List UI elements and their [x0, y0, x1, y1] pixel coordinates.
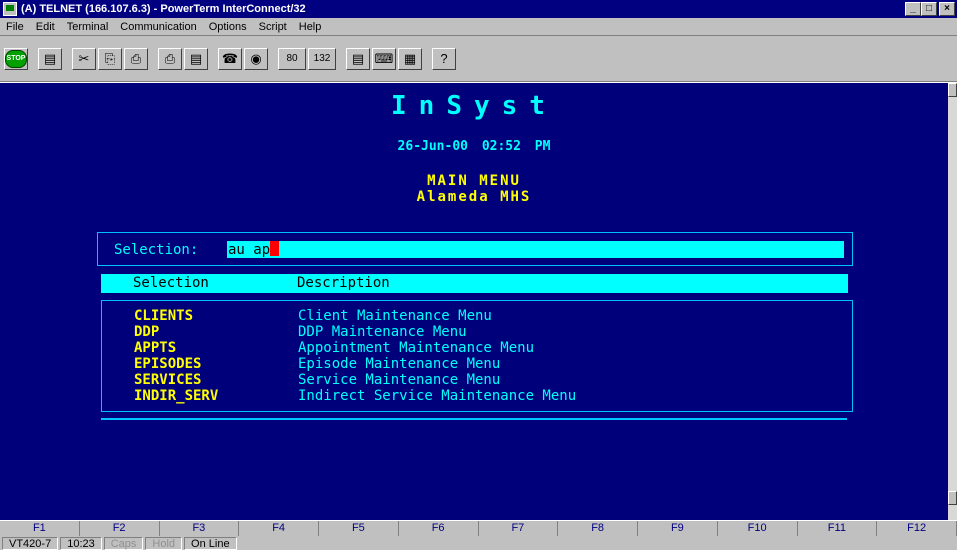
menu-title: MAIN MENU [427, 173, 521, 189]
print-screen-icon[interactable]: ▤ [184, 47, 208, 70]
item-desc: Appointment Maintenance Menu [298, 340, 535, 356]
time: 02:52 PM [481, 139, 551, 154]
item-desc: DDP Maintenance Menu [298, 324, 467, 340]
f6-key[interactable]: F6 [399, 521, 479, 536]
print-icon[interactable]: ⎙ [158, 47, 182, 70]
connect-icon[interactable]: ▤ [38, 47, 62, 70]
phone-icon[interactable]: ☎ [218, 47, 242, 70]
item-desc: Indirect Service Maintenance Menu [298, 388, 577, 404]
list-header: Selection Description [101, 274, 848, 293]
f5-key[interactable]: F5 [319, 521, 399, 536]
item-code: SERVICES [134, 372, 202, 388]
f8-key[interactable]: F8 [558, 521, 638, 536]
f3-key[interactable]: F3 [160, 521, 240, 536]
f11-key[interactable]: F11 [798, 521, 878, 536]
copy-icon[interactable]: ⎘ [98, 47, 122, 70]
item-code: EPISODES [134, 356, 202, 372]
terminal-icon[interactable]: ▤ [346, 47, 370, 70]
terminal-type: VT420-7 [2, 536, 59, 550]
vertical-scrollbar[interactable] [948, 83, 957, 520]
menu-list: CLIENTS Client Maintenance Menu DDP DDP … [101, 300, 853, 412]
caps-indicator: Caps [103, 536, 144, 550]
columns-80-button[interactable]: 80 [278, 47, 306, 70]
columns-132-button[interactable]: 132 [308, 47, 336, 70]
menu-help[interactable]: Help [293, 21, 328, 33]
cursor [270, 241, 280, 256]
menu-terminal[interactable]: Terminal [61, 21, 115, 33]
scroll-down-icon[interactable] [948, 491, 957, 505]
menu-subtitle: Alameda MHS [416, 189, 532, 205]
menu-bar: File Edit Terminal Communication Options… [0, 18, 957, 36]
menu-edit[interactable]: Edit [30, 21, 61, 33]
menu-heading: MAIN MENU Alameda MHS [0, 173, 948, 205]
item-desc: Episode Maintenance Menu [298, 356, 501, 372]
menu-options[interactable]: Options [203, 21, 253, 33]
minimize-button[interactable]: _ [905, 2, 921, 16]
app-icon[interactable] [3, 2, 17, 16]
f10-key[interactable]: F10 [718, 521, 798, 536]
hold-indicator: Hold [145, 536, 183, 550]
menu-communication[interactable]: Communication [114, 21, 202, 33]
online-indicator: On Line [184, 536, 237, 550]
item-code: CLIENTS [134, 308, 194, 324]
menu-script[interactable]: Script [253, 21, 293, 33]
selection-input[interactable]: au ap [227, 241, 844, 258]
item-code: DDP [134, 324, 160, 340]
title-bar[interactable]: (A) TELNET (166.107.6.3) - PowerTerm Int… [0, 0, 957, 18]
column-description: Description [297, 275, 390, 291]
f1-key[interactable]: F1 [0, 521, 80, 536]
status-bar: VT420-7 10:23 Caps Hold On Line [0, 536, 957, 550]
f12-key[interactable]: F12 [877, 521, 957, 536]
disconnect-icon[interactable]: ✂ [72, 47, 96, 70]
paste-icon[interactable]: ⎙ [124, 47, 148, 70]
grid-icon[interactable]: ▦ [398, 47, 422, 70]
item-desc: Service Maintenance Menu [298, 372, 501, 388]
cursor-position: 10:23 [60, 536, 102, 550]
close-button[interactable]: × [939, 2, 955, 16]
divider [101, 418, 847, 420]
selection-value: au ap [228, 242, 271, 258]
toolbar: STOP ▤ ✂ ⎘ ⎙ ⎙ ▤ ☎ ◉ 80 132 ▤ ⌨ ▦ ? [0, 36, 957, 82]
stop-button[interactable]: STOP [4, 47, 28, 70]
help-icon[interactable]: ? [432, 47, 456, 70]
date-time: 26-Jun-00 02:52 PM [0, 139, 948, 154]
f9-key[interactable]: F9 [638, 521, 718, 536]
app-title: InSyst [391, 91, 557, 121]
function-key-bar: F1 F2 F3 F4 F5 F6 F7 F8 F9 F10 F11 F12 [0, 520, 957, 536]
keyboard-icon[interactable]: ⌨ [372, 47, 396, 70]
item-code: INDIR_SERV [134, 388, 219, 404]
f4-key[interactable]: F4 [239, 521, 319, 536]
selection-label: Selection: [114, 242, 199, 258]
item-desc: Client Maintenance Menu [298, 308, 492, 324]
date: 26-Jun-00 [397, 139, 468, 154]
window-title: (A) TELNET (166.107.6.3) - PowerTerm Int… [21, 3, 306, 15]
terminal-screen[interactable]: InSyst 26-Jun-00 02:52 PM MAIN MENU Alam… [0, 83, 948, 520]
menu-file[interactable]: File [0, 21, 30, 33]
selection-box: Selection: au ap [97, 232, 853, 266]
scroll-up-icon[interactable] [948, 83, 957, 97]
maximize-button[interactable]: □ [921, 2, 937, 16]
stop-icon: STOP [5, 49, 27, 68]
column-selection: Selection [133, 275, 209, 291]
f2-key[interactable]: F2 [80, 521, 160, 536]
f7-key[interactable]: F7 [479, 521, 559, 536]
item-code: APPTS [134, 340, 177, 356]
tape-icon[interactable]: ◉ [244, 47, 268, 70]
